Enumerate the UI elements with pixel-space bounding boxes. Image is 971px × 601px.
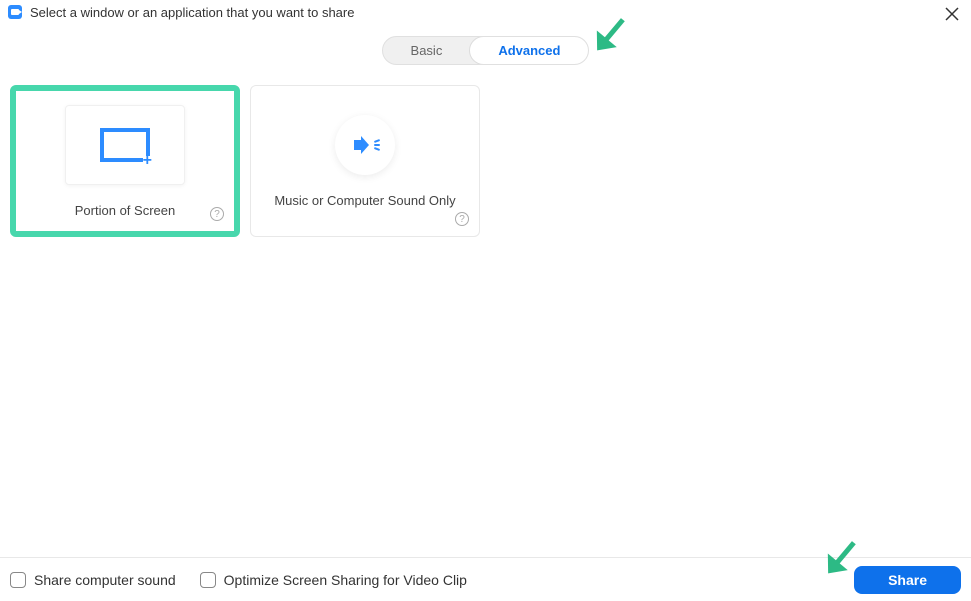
checkbox-optimize-video[interactable]: Optimize Screen Sharing for Video Clip [200, 572, 467, 588]
tab-container: Basic Advanced [0, 36, 971, 65]
tab-basic[interactable]: Basic [383, 37, 471, 64]
zoom-app-icon [8, 5, 22, 19]
checkbox-label-share-sound: Share computer sound [34, 572, 176, 588]
dialog-header: Select a window or an application that y… [0, 0, 971, 24]
portion-icon-box [65, 105, 185, 185]
close-button[interactable] [945, 6, 959, 24]
option-portion-of-screen[interactable]: Portion of Screen ? [10, 85, 240, 237]
close-icon [945, 7, 959, 21]
checkbox-share-sound[interactable]: Share computer sound [10, 572, 176, 588]
checkbox-icon [10, 572, 26, 588]
help-icon[interactable]: ? [210, 207, 224, 221]
screen-portion-icon [100, 128, 150, 162]
share-options-area: Portion of Screen ? Music or Computer So… [0, 65, 971, 257]
dialog-title: Select a window or an application that y… [30, 5, 354, 20]
dialog-footer: Share computer sound Optimize Screen Sha… [0, 557, 971, 601]
option-label-portion: Portion of Screen [75, 203, 175, 218]
option-label-sound: Music or Computer Sound Only [274, 193, 455, 208]
help-icon[interactable]: ? [455, 212, 469, 226]
speaker-icon [354, 134, 376, 156]
sound-icon-box [335, 115, 395, 175]
option-music-sound[interactable]: Music or Computer Sound Only ? [250, 85, 480, 237]
tab-advanced[interactable]: Advanced [469, 36, 589, 65]
tab-group: Basic Advanced [382, 36, 590, 65]
checkbox-label-optimize: Optimize Screen Sharing for Video Clip [224, 572, 467, 588]
checkbox-icon [200, 572, 216, 588]
share-button[interactable]: Share [854, 566, 961, 594]
